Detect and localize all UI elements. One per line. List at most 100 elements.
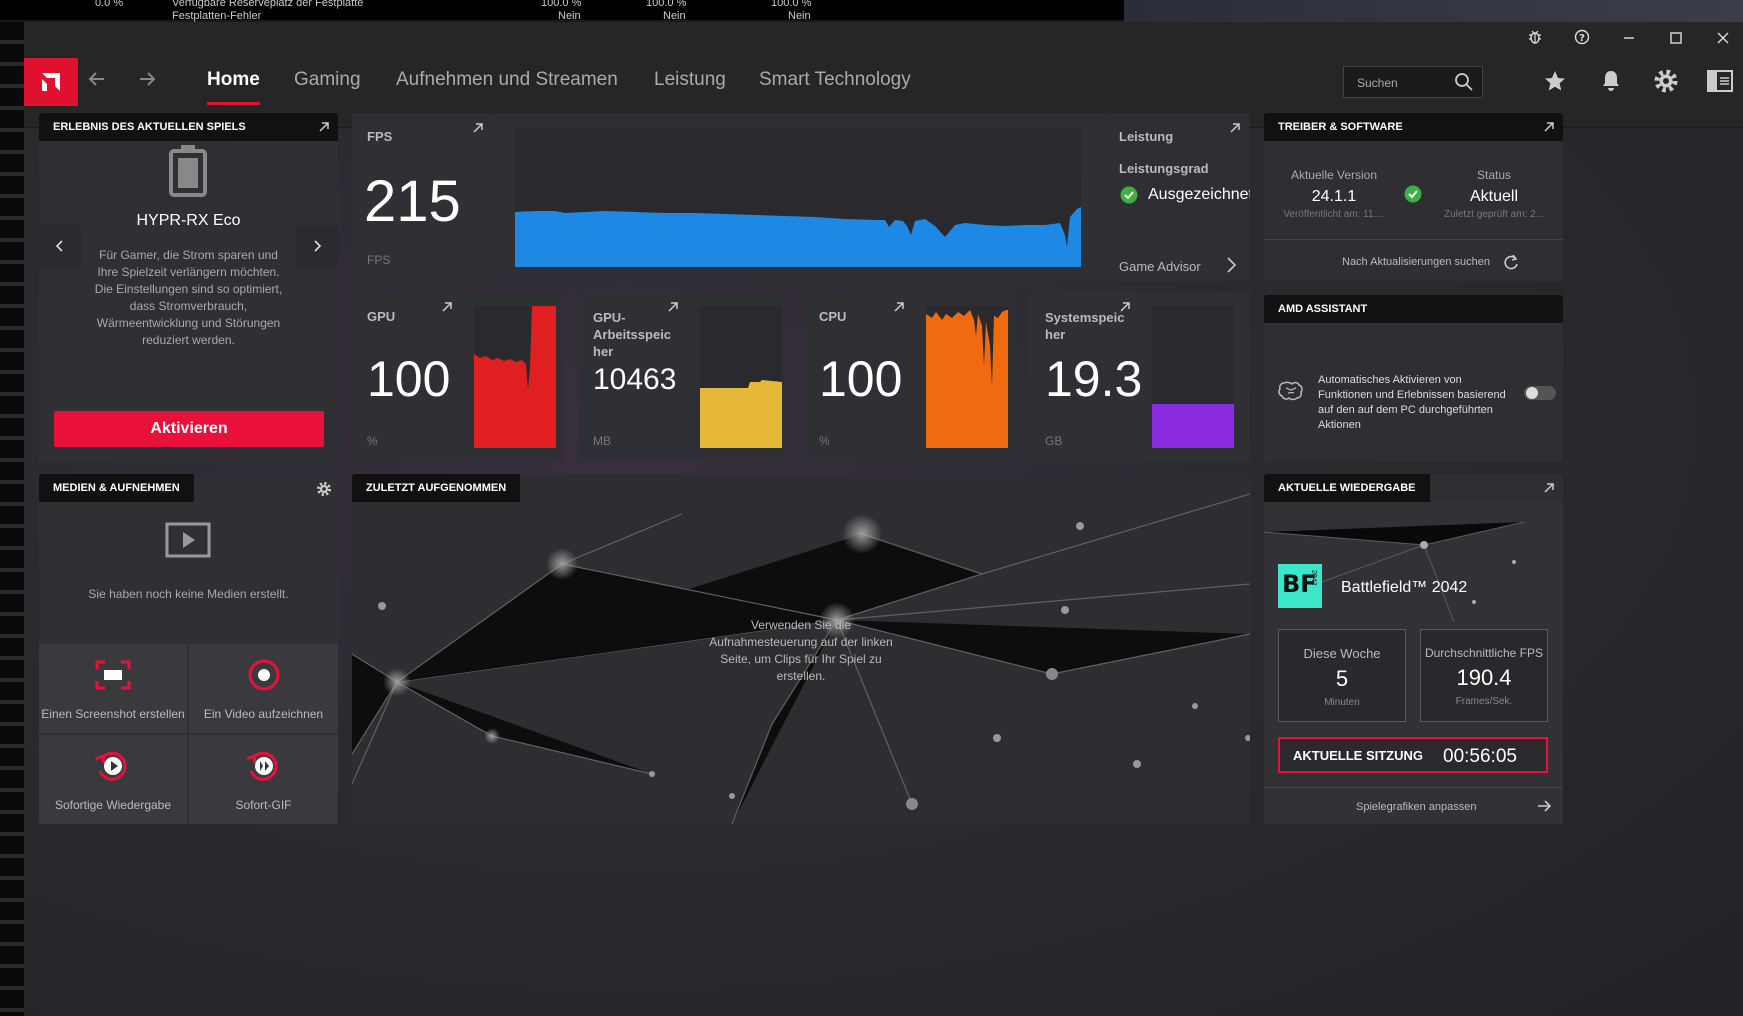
activate-button[interactable]: Aktivieren [54, 411, 324, 447]
title-bar: ? [24, 22, 1743, 58]
gpu-metric-card: GPU 100 % [352, 292, 564, 462]
card-header: TREIBER & SOFTWARE [1264, 113, 1563, 141]
bg-cell: 100.0 % [771, 0, 812, 9]
system-memory-metric-card: Systemspeic her 19.3 GB [1030, 292, 1250, 462]
card-header: AMD ASSISTANT [1264, 295, 1563, 323]
metric-unit: MB [593, 434, 611, 448]
metric-value: 19.3 [1045, 351, 1143, 407]
back-arrow-icon[interactable] [86, 68, 108, 96]
bug-report-icon[interactable] [1523, 28, 1547, 52]
cpu-metric-card: CPU 100 % [804, 292, 1016, 462]
fps-unit: FPS [367, 253, 391, 267]
game-logo-subtext: 2042 [1310, 570, 1317, 586]
adjust-graphics-link[interactable]: Spielegrafiken anpassen [1356, 801, 1476, 813]
tab-performance[interactable]: Leistung [654, 69, 726, 91]
expand-icon[interactable] [317, 120, 331, 134]
bg-cell: Verfügbare Reserveplatz der Festplatte [172, 0, 364, 9]
record-video-tile[interactable]: Ein Video aufzeichnen [189, 644, 338, 733]
instant-replay-tile[interactable]: Sofortige Wiedergabe [39, 735, 187, 824]
expand-icon[interactable] [1118, 300, 1132, 314]
card-header: AKTUELLE WIEDERGABE [1264, 474, 1430, 502]
profile-description: Für Gamer, die Strom sparen und Ihre Spi… [94, 248, 283, 347]
instant-replay-label: Sofortige Wiedergabe [54, 798, 172, 812]
performance-card: Leistung Leistungsgrad Ausgezeichnet Gam… [1105, 113, 1250, 281]
maximize-button[interactable] [1664, 28, 1688, 52]
divider [1264, 787, 1563, 788]
fps-graph [515, 127, 1081, 267]
expand-icon[interactable] [471, 121, 485, 135]
session-label: AKTUELLE SITZUNG [1293, 748, 1423, 763]
forward-arrow-icon[interactable] [136, 68, 158, 96]
tab-record-stream[interactable]: Aufnehmen und Streamen [396, 69, 618, 91]
gpu-memory-series-area [700, 380, 782, 448]
expand-icon[interactable] [1542, 120, 1556, 134]
instant-gif-label: Sofort-GIF [235, 798, 292, 812]
version-label: Aktuelle Version [1290, 168, 1378, 182]
arrow-right-icon[interactable] [1536, 798, 1552, 819]
fps-value: 215 [364, 169, 461, 234]
expand-icon[interactable] [1228, 121, 1242, 135]
cpu-usage-graph [926, 306, 1008, 448]
expand-icon[interactable] [440, 300, 454, 314]
search-icon[interactable] [1454, 72, 1474, 97]
divider [1264, 239, 1563, 240]
check-updates-link[interactable]: Nach Aktualisierungen suchen [1342, 256, 1490, 268]
metric-value: 10463 [593, 363, 677, 396]
search-box[interactable]: Suchen [1343, 66, 1483, 98]
game-title: Battlefield™ 2042 [1341, 579, 1468, 596]
metric-label: GPU [367, 309, 396, 324]
metric-label: Systemspeic her [1045, 310, 1125, 342]
previous-profile-button[interactable] [39, 225, 81, 267]
assistant-toggle[interactable] [1524, 386, 1556, 400]
battery-icon [167, 143, 209, 202]
screenshot-tile[interactable]: Einen Screenshot erstellen [39, 644, 187, 733]
tab-home[interactable]: Home [207, 69, 260, 105]
bg-cell: 100.0 % [646, 0, 687, 9]
fps-graph-card [493, 113, 1105, 281]
game-advisor-link[interactable]: Game Advisor [1119, 259, 1201, 274]
game-logo: BF 2042 [1278, 564, 1322, 608]
system-memory-series-area [1152, 404, 1234, 448]
gpu-memory-graph [700, 306, 782, 448]
svg-text:?: ? [1579, 33, 1585, 44]
system-memory-graph [1152, 306, 1234, 448]
expand-icon[interactable] [1542, 481, 1556, 495]
expand-icon[interactable] [666, 300, 680, 314]
performance-title: Leistung [1119, 129, 1174, 144]
avg-fps-label: Durchschnittliche FPS [1424, 646, 1544, 660]
avg-fps-unit: Frames/Sek. [1455, 696, 1513, 707]
gear-icon[interactable] [1651, 66, 1681, 96]
released-date: Veröffentlicht am: 11.... [1283, 209, 1385, 220]
background-desktop [1124, 0, 1743, 22]
recent-empty-text: Verwenden Sie die Aufnahmesteuerung auf … [709, 618, 893, 683]
expand-icon[interactable] [892, 300, 906, 314]
card-header: MEDIEN & AUFNEHMEN [39, 474, 194, 502]
tab-gaming[interactable]: Gaming [294, 69, 361, 91]
help-icon[interactable]: ? [1570, 28, 1594, 52]
amd-logo[interactable] [24, 58, 78, 106]
metric-value: 100 [819, 351, 903, 407]
record-icon [247, 658, 281, 695]
no-media-text: Sie haben noch keine Medien erstellt. [88, 587, 289, 601]
card-header: ZULETZT AUFGENOMMEN [352, 474, 521, 502]
performance-grade-label: Leistungsgrad [1119, 161, 1209, 176]
bell-icon[interactable] [1596, 66, 1626, 96]
refresh-icon[interactable] [1503, 253, 1519, 276]
last-checked: Zuletzt geprüft am: 2... [1443, 209, 1545, 220]
sidebar-toggle-icon[interactable] [1705, 66, 1735, 96]
media-capture-card: MEDIEN & AUFNEHMEN Sie haben noch keine … [39, 474, 338, 824]
background-window: 0.0 % Verfügbare Reserveplatz der Festpl… [0, 0, 1743, 22]
close-button[interactable] [1711, 28, 1735, 52]
weekly-playtime-box: Diese Woche 5 Minuten [1278, 629, 1406, 722]
chevron-right-icon[interactable] [1225, 256, 1237, 279]
bg-cell: Festplatten-Fehler [172, 10, 262, 22]
star-icon[interactable] [1540, 66, 1570, 96]
gpu-memory-metric-card: GPU- Arbeitsspeic her 10463 MB [578, 292, 790, 462]
week-value: 5 [1335, 666, 1349, 691]
instant-gif-tile[interactable]: Sofort-GIF [189, 735, 338, 824]
gear-icon[interactable] [316, 481, 332, 502]
tab-smart-technology[interactable]: Smart Technology [759, 69, 911, 91]
status-label: Status [1476, 168, 1512, 182]
minimize-button[interactable] [1617, 28, 1641, 52]
next-profile-button[interactable] [296, 225, 338, 267]
